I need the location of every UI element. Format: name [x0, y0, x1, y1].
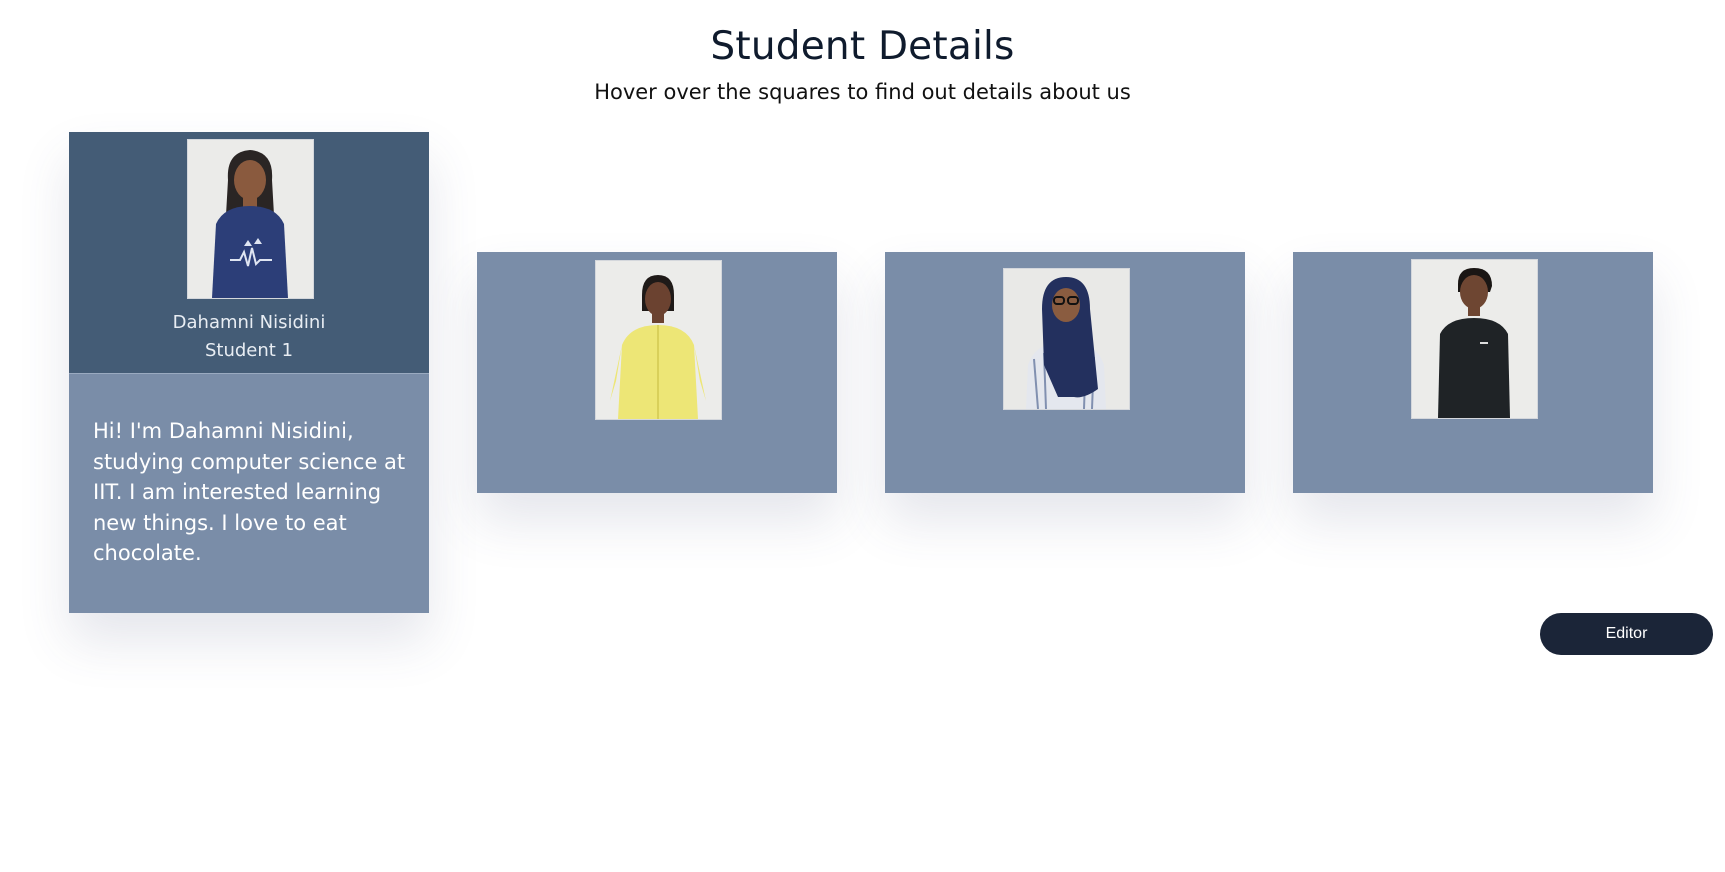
student-card-3[interactable] [885, 252, 1245, 493]
student-card-header [1293, 252, 1653, 493]
student-card-header [885, 252, 1245, 493]
page: Student Details Hover over the squares t… [0, 0, 1725, 872]
student-card-4[interactable] [1293, 252, 1653, 493]
editor-button[interactable]: Editor [1540, 613, 1713, 655]
student-bio: Hi! I'm Dahamni Nisidini, studying compu… [93, 419, 406, 565]
student-card-2[interactable] [477, 252, 837, 493]
student-photo [595, 260, 722, 420]
page-subtitle: Hover over the squares to find out detai… [594, 80, 1131, 104]
student-photo [187, 139, 314, 299]
student-card-1[interactable]: Dahamni Nisidini Student 1 Hi! I'm Daham… [69, 132, 429, 613]
student-photo [1411, 259, 1538, 419]
student-name: Dahamni Nisidini [172, 312, 326, 333]
student-photo [1003, 268, 1130, 410]
student-card-header: Dahamni Nisidini Student 1 [69, 132, 429, 373]
page-title: Student Details [710, 24, 1015, 69]
student-card-details: Hi! I'm Dahamni Nisidini, studying compu… [69, 373, 429, 613]
student-role: Student 1 [204, 340, 294, 361]
student-card-header [477, 252, 837, 493]
